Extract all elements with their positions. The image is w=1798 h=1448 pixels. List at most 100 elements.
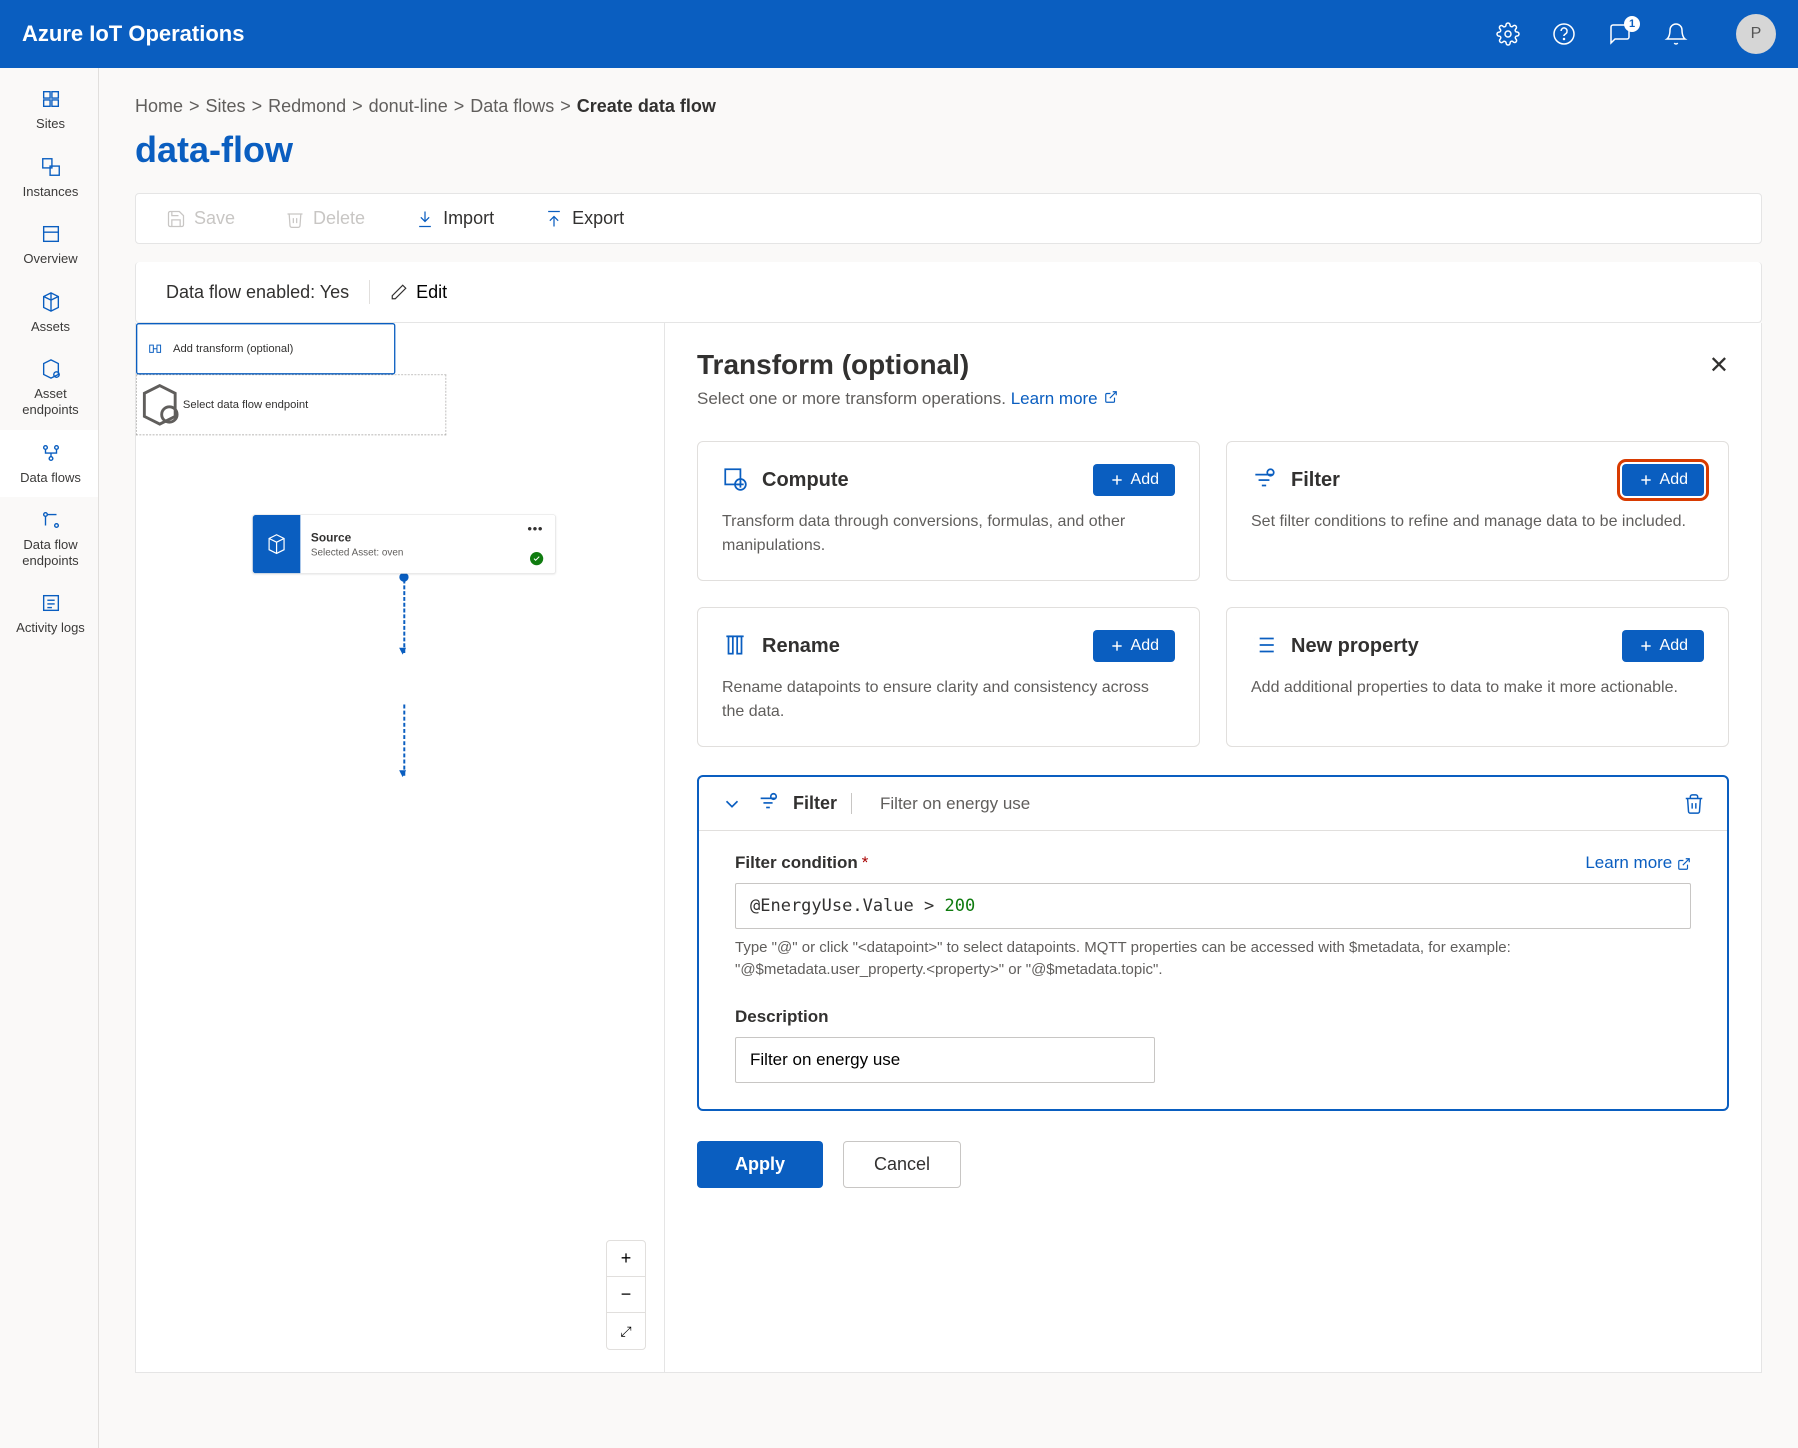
- select-endpoint-node[interactable]: Select data flow endpoint: [136, 374, 446, 435]
- crumb-donut-line[interactable]: donut-line: [369, 96, 448, 117]
- import-button[interactable]: Import: [415, 208, 494, 229]
- cancel-button[interactable]: Cancel: [843, 1141, 961, 1188]
- filter-card: Filter Add Set filter conditions to refi…: [1226, 441, 1729, 581]
- rename-card: Rename Add Rename datapoints to ensure c…: [697, 607, 1200, 747]
- add-transform-node[interactable]: Add transform (optional): [136, 323, 395, 374]
- enabled-bar: Data flow enabled: Yes Edit: [135, 262, 1762, 323]
- rename-icon: [722, 632, 748, 661]
- trash-icon[interactable]: [1683, 793, 1705, 815]
- sidebar-item-overview[interactable]: Overview: [0, 211, 98, 279]
- crumb-data-flows[interactable]: Data flows: [470, 96, 554, 117]
- top-header: Azure IoT Operations 1 P: [0, 0, 1798, 68]
- learn-more-link[interactable]: Learn more: [1585, 853, 1691, 873]
- editor-title: Filter: [793, 793, 852, 814]
- feedback-badge: 1: [1624, 16, 1640, 32]
- card-desc: Add additional properties to data to mak…: [1251, 676, 1704, 700]
- cube-icon: [253, 515, 301, 573]
- chevron-down-icon[interactable]: [721, 793, 743, 815]
- add-new-property-button[interactable]: Add: [1622, 630, 1704, 662]
- sidebar-label: Data flow endpoints: [7, 537, 94, 568]
- sidebar-label: Sites: [36, 116, 65, 132]
- sidebar: Sites Instances Overview Assets Asset en…: [0, 68, 99, 1448]
- zoom-in-button[interactable]: +: [607, 1241, 645, 1277]
- apply-button[interactable]: Apply: [697, 1141, 823, 1188]
- connector-line: [403, 574, 405, 653]
- sidebar-item-activity-logs[interactable]: Activity logs: [0, 580, 98, 648]
- card-title: Compute: [762, 469, 849, 492]
- card-title: New property: [1291, 635, 1419, 658]
- sidebar-label: Assets: [31, 319, 70, 335]
- panel-subtitle: Select one or more transform operations.…: [697, 389, 1729, 409]
- connector-arrow-icon: ▼: [397, 644, 409, 658]
- add-compute-button[interactable]: Add: [1093, 464, 1175, 496]
- sidebar-item-asset-endpoints[interactable]: Asset endpoints: [0, 346, 98, 429]
- card-title: Filter: [1291, 469, 1340, 492]
- new-property-card: New property Add Add additional properti…: [1226, 607, 1729, 747]
- card-desc: Rename datapoints to ensure clarity and …: [722, 676, 1175, 724]
- close-icon[interactable]: ✕: [1709, 351, 1729, 380]
- connector-arrow-icon: ▼: [397, 767, 409, 781]
- source-node[interactable]: Source Selected Asset: oven •••: [252, 514, 556, 573]
- save-button[interactable]: Save: [166, 208, 235, 229]
- transform-panel: Transform (optional) ✕ Select one or mor…: [665, 323, 1762, 1373]
- sidebar-label: Data flows: [20, 470, 81, 486]
- sidebar-item-assets[interactable]: Assets: [0, 279, 98, 347]
- zoom-fit-button[interactable]: ⤢: [607, 1313, 645, 1349]
- compute-card: Compute Add Transform data through conve…: [697, 441, 1200, 581]
- crumb-home[interactable]: Home: [135, 96, 183, 117]
- crumb-sites[interactable]: Sites: [206, 96, 246, 117]
- connector-line: [403, 704, 405, 775]
- description-input[interactable]: [735, 1037, 1155, 1083]
- node-title: Add transform (optional): [173, 342, 293, 355]
- help-icon[interactable]: [1552, 22, 1576, 46]
- transform-icon: [137, 341, 173, 356]
- feedback-icon[interactable]: 1: [1608, 22, 1632, 46]
- list-icon: [1251, 632, 1277, 661]
- editor-subtitle: Filter on energy use: [880, 794, 1030, 814]
- sidebar-label: Instances: [23, 184, 79, 200]
- sidebar-label: Activity logs: [16, 620, 85, 636]
- settings-icon[interactable]: [1496, 22, 1520, 46]
- zoom-controls: + − ⤢: [606, 1240, 646, 1350]
- node-menu-icon[interactable]: •••: [527, 522, 543, 537]
- add-rename-button[interactable]: Add: [1093, 630, 1175, 662]
- filter-icon: [1251, 466, 1277, 495]
- node-title: Source: [311, 531, 545, 545]
- top-actions: 1 P: [1496, 14, 1776, 54]
- node-subtitle: Selected Asset: oven: [311, 546, 545, 557]
- sidebar-item-sites[interactable]: Sites: [0, 76, 98, 144]
- learn-more-link[interactable]: Learn more: [1011, 389, 1119, 408]
- flow-canvas[interactable]: ▼ ▼ Source Selected Asset: oven •••: [135, 323, 665, 1373]
- toolbar: Save Delete Import Export: [135, 193, 1762, 244]
- sidebar-item-instances[interactable]: Instances: [0, 144, 98, 212]
- page-title: data-flow: [135, 129, 1762, 171]
- external-link-icon: [1104, 389, 1118, 409]
- check-icon: [530, 552, 543, 565]
- enabled-label: Data flow enabled: Yes: [166, 282, 349, 303]
- divider: [369, 280, 370, 304]
- breadcrumb: Home> Sites> Redmond> donut-line> Data f…: [135, 96, 1762, 117]
- endpoint-icon: [137, 382, 183, 428]
- filter-editor: Filter Filter on energy use Filter condi…: [697, 775, 1729, 1111]
- sidebar-label: Asset endpoints: [7, 386, 94, 417]
- main-content: Home> Sites> Redmond> donut-line> Data f…: [99, 68, 1798, 1448]
- add-filter-button[interactable]: Add: [1622, 464, 1704, 496]
- panel-title: Transform (optional): [697, 349, 969, 381]
- sidebar-item-dataflow-endpoints[interactable]: Data flow endpoints: [0, 497, 98, 580]
- crumb-redmond[interactable]: Redmond: [268, 96, 346, 117]
- card-title: Rename: [762, 635, 840, 658]
- filter-condition-input[interactable]: @EnergyUse.Value > 200: [735, 883, 1691, 929]
- description-label: Description: [735, 1007, 829, 1027]
- card-desc: Transform data through conversions, form…: [722, 510, 1175, 558]
- sidebar-item-data-flows[interactable]: Data flows: [0, 430, 98, 498]
- delete-button[interactable]: Delete: [285, 208, 365, 229]
- edit-button[interactable]: Edit: [390, 282, 447, 303]
- export-button[interactable]: Export: [544, 208, 624, 229]
- zoom-out-button[interactable]: −: [607, 1277, 645, 1313]
- crumb-current: Create data flow: [577, 96, 716, 117]
- compute-icon: [722, 466, 748, 495]
- user-avatar[interactable]: P: [1736, 14, 1776, 54]
- notifications-icon[interactable]: [1664, 22, 1688, 46]
- condition-hint: Type "@" or click "<datapoint>" to selec…: [735, 937, 1691, 981]
- product-name: Azure IoT Operations: [22, 21, 244, 47]
